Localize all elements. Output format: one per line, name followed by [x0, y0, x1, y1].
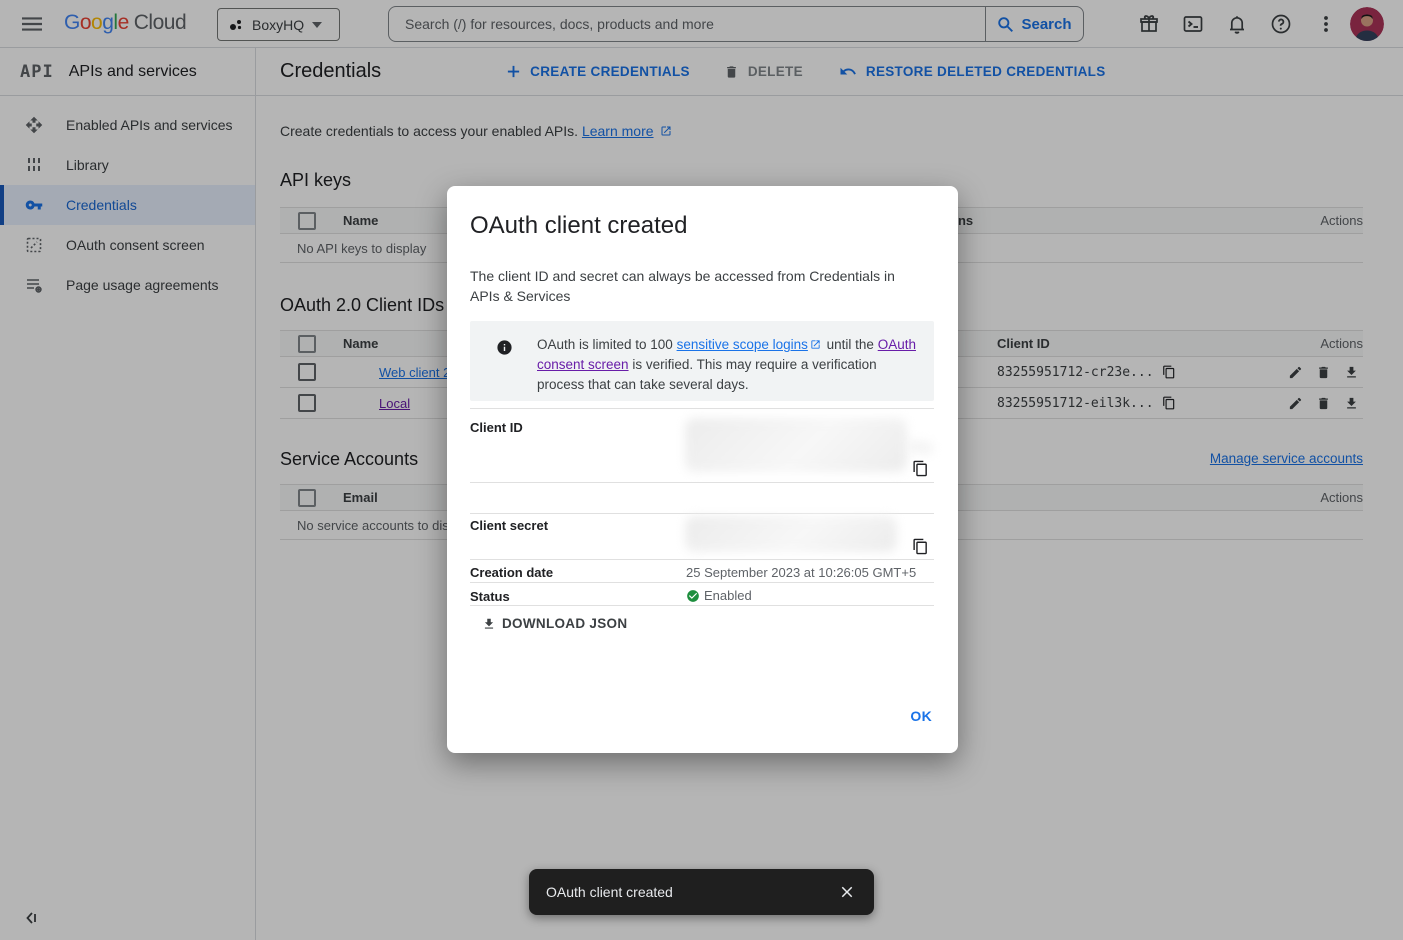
client-secret-redacted-value [685, 516, 897, 552]
external-link-icon [810, 339, 821, 350]
sensitive-scope-logins-link[interactable]: sensitive scope logins [677, 337, 808, 352]
client-secret-label: Client secret [470, 518, 548, 533]
check-circle-icon [686, 589, 700, 603]
client-id-redacted-value [908, 441, 933, 454]
notice-link1: sensitive scope logins [677, 337, 808, 352]
creation-date-value: 25 September 2023 at 10:26:05 GMT+5 [686, 565, 916, 580]
dialog-description: The client ID and secret can always be a… [470, 266, 915, 306]
download-icon [482, 617, 496, 631]
ok-button[interactable]: OK [910, 708, 932, 724]
notice-text: OAuth is limited to 100 sensitive scope … [537, 335, 919, 395]
divider [470, 482, 934, 483]
creation-date-label: Creation date [470, 565, 553, 580]
status-value: Enabled [686, 588, 752, 603]
close-icon[interactable] [838, 883, 856, 901]
notice-box: OAuth is limited to 100 sensitive scope … [470, 321, 934, 401]
divider [470, 582, 934, 583]
snackbar-message: OAuth client created [546, 884, 838, 900]
info-icon [496, 339, 513, 356]
snackbar: OAuth client created [529, 869, 874, 915]
client-id-redacted-value [685, 418, 907, 472]
divider [470, 408, 934, 409]
notice-pre: OAuth is limited to 100 [537, 337, 677, 352]
status-label: Status [470, 589, 510, 604]
download-json-label: DOWNLOAD JSON [502, 616, 627, 631]
dialog-title: OAuth client created [470, 212, 687, 240]
divider [470, 513, 934, 514]
oauth-created-dialog: OAuth client created The client ID and s… [447, 186, 958, 753]
download-json-button[interactable]: DOWNLOAD JSON [482, 616, 627, 631]
copy-client-secret-icon[interactable] [912, 538, 929, 555]
divider [470, 605, 934, 606]
divider [470, 559, 934, 560]
status-text: Enabled [704, 588, 752, 603]
notice-mid: until the [823, 337, 878, 352]
client-id-label: Client ID [470, 420, 523, 435]
copy-client-id-icon[interactable] [912, 460, 929, 477]
